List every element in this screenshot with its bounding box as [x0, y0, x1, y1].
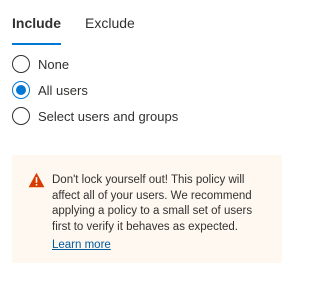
option-select-users-and-groups-label: Select users and groups	[38, 108, 179, 124]
option-all-users[interactable]: All users	[12, 77, 178, 103]
warning-icon	[28, 172, 45, 188]
tab-include[interactable]: Include	[12, 8, 62, 45]
warning-message-bar: Don't lock yourself out! This policy wil…	[12, 155, 282, 263]
option-none-label: None	[38, 56, 70, 72]
option-none[interactable]: None	[12, 51, 178, 77]
option-all-users-label: All users	[38, 82, 88, 98]
tab-bar: Include Exclude	[12, 8, 159, 45]
user-scope-radio-group: None All users Select users and groups	[12, 51, 178, 129]
radio-none[interactable]	[12, 55, 30, 73]
learn-more-link[interactable]: Learn more	[52, 238, 111, 254]
warning-text: Don't lock yourself out! This policy wil…	[52, 174, 253, 233]
tab-exclude[interactable]: Exclude	[85, 8, 135, 42]
radio-select-users-and-groups[interactable]	[12, 107, 30, 125]
option-select-users-and-groups[interactable]: Select users and groups	[12, 103, 178, 129]
radio-all-users[interactable]	[12, 81, 30, 99]
